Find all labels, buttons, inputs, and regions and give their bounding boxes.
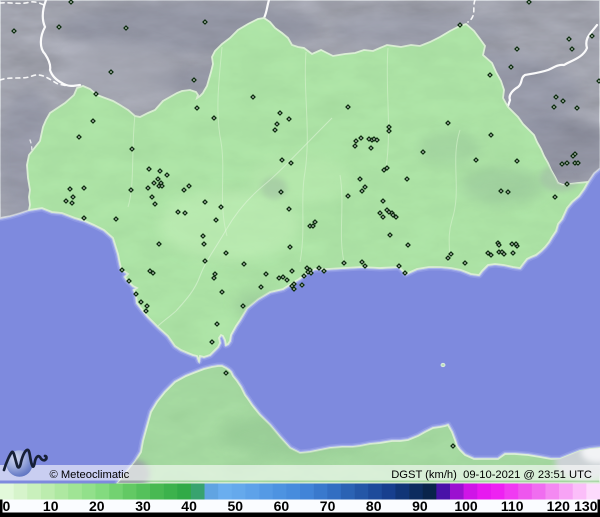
svg-text:80: 80 (366, 498, 382, 514)
svg-text:0: 0 (3, 498, 11, 514)
svg-text:© Meteoclimatic: © Meteoclimatic (50, 469, 130, 481)
svg-text:10: 10 (43, 498, 59, 514)
svg-text:DGST (km/h) 09-10-2021 @ 23:5: DGST (km/h) 09-10-2021 @ 23:51 UTC (391, 469, 592, 481)
svg-text:50: 50 (228, 498, 244, 514)
svg-text:30: 30 (135, 498, 151, 514)
svg-text:40: 40 (181, 498, 197, 514)
svg-text:110: 110 (501, 498, 524, 514)
svg-text:100: 100 (454, 498, 478, 514)
svg-text:60: 60 (274, 498, 290, 514)
svg-text:70: 70 (320, 498, 336, 514)
svg-text:20: 20 (89, 498, 105, 514)
svg-text:130: 130 (574, 498, 598, 514)
svg-text:120: 120 (547, 498, 571, 514)
svg-text:90: 90 (412, 498, 428, 514)
